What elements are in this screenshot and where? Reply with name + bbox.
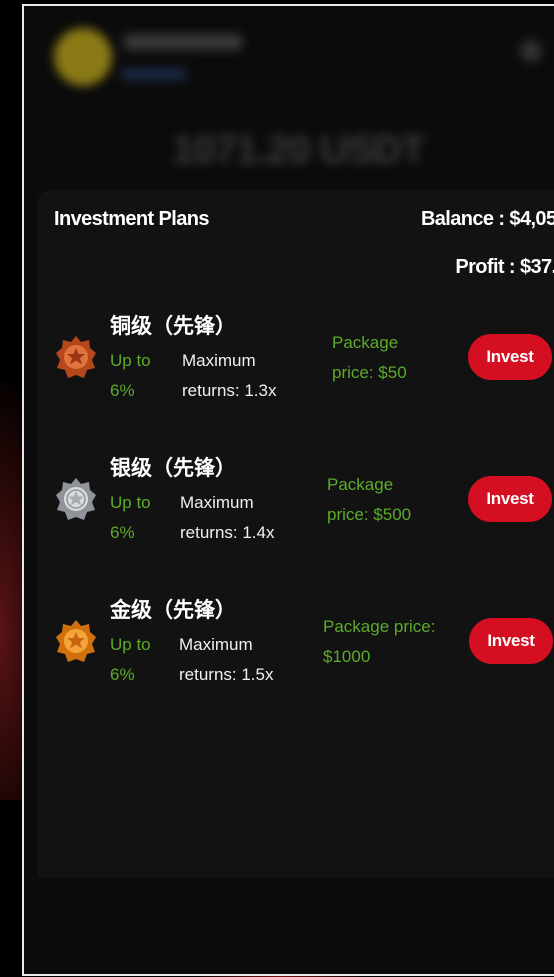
plan-rate: Up to 6% [110, 488, 170, 548]
settings-gear-icon[interactable] [520, 40, 542, 62]
app-window: 1071.20 USDT Investment Plans Balance : … [22, 4, 554, 976]
profit-label: Profit : $37.4 [455, 256, 554, 278]
plan-rate-line2: 6% [110, 523, 135, 542]
panel-title: Investment Plans [54, 208, 210, 230]
gold-medal-icon [56, 620, 96, 662]
max-returns-line2: returns: 1.4x [180, 523, 275, 542]
plan-name: 金级（先锋） [110, 599, 236, 622]
plan-rate-line1: Up to [110, 635, 151, 654]
plan-card: 金级（先锋） Up to 6% Maximum returns: 1.5x Pa… [37, 594, 554, 704]
plan-max-returns: Maximum returns: 1.3x [182, 346, 302, 406]
price-line1: Package [332, 333, 399, 352]
plan-max-returns: Maximum returns: 1.4x [180, 488, 300, 548]
max-returns-line1: Maximum [179, 635, 253, 654]
plan-card: 铜级（先锋） Up to 6% Maximum returns: 1.3x Pa… [37, 310, 554, 420]
plan-package-price: Package price: $50 [332, 328, 407, 388]
plan-rate-line1: Up to [110, 493, 151, 512]
balance-label: Balance : $4,052 [420, 208, 554, 230]
plan-package-price: Package price: $500 [327, 470, 411, 530]
header-balance: 1071.20 USDT [172, 128, 426, 172]
price-line2: price: $500 [327, 505, 412, 524]
bronze-medal-icon [56, 336, 96, 378]
price-line1: Package [327, 475, 394, 494]
invest-button[interactable]: Invest [468, 334, 552, 380]
price-line2: price: $50 [332, 363, 407, 382]
username-placeholder [124, 34, 242, 50]
plan-max-returns: Maximum returns: 1.5x [179, 630, 299, 690]
plan-card: 银级（先锋） Up to 6% Maximum returns: 1.4x Pa… [37, 452, 554, 562]
investment-plans-panel: Investment Plans Balance : $4,052 Profit… [37, 190, 554, 878]
plan-name: 铜级（先锋） [110, 315, 236, 338]
plan-rate-line2: 6% [110, 381, 135, 400]
avatar[interactable] [54, 28, 112, 86]
plan-rate: Up to 6% [110, 630, 170, 690]
invest-button[interactable]: Invest [468, 476, 552, 522]
max-returns-line2: returns: 1.5x [179, 665, 274, 684]
plan-name: 银级（先锋） [110, 457, 236, 480]
price-line1: Package price: [323, 617, 436, 636]
price-line2: $1000 [323, 647, 371, 666]
user-tag-placeholder [122, 68, 186, 80]
silver-medal-icon [56, 478, 96, 520]
plan-rate: Up to 6% [110, 346, 170, 406]
plan-rate-line1: Up to [110, 351, 151, 370]
invest-button[interactable]: Invest [469, 618, 553, 664]
max-returns-line2: returns: 1.3x [182, 381, 277, 400]
plan-rate-line2: 6% [110, 665, 135, 684]
plan-package-price: Package price: $1000 [323, 612, 463, 672]
max-returns-line1: Maximum [180, 493, 254, 512]
max-returns-line1: Maximum [182, 351, 256, 370]
